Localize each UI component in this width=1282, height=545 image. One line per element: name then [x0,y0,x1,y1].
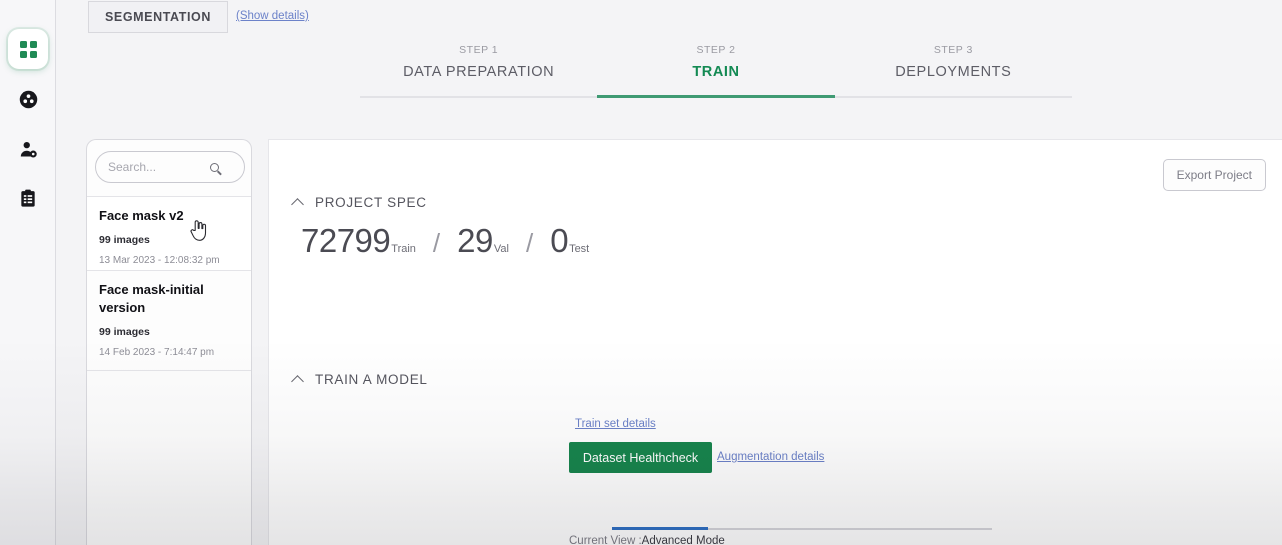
train-count: 72799 [301,222,391,259]
search-icon [210,162,219,172]
step-number: STEP 1 [459,44,499,56]
project-date: 13 Mar 2023 - 12:08:32 pm [99,255,220,266]
search-input[interactable] [96,153,210,181]
rail-item-tasks[interactable] [8,178,48,218]
train-set-details-link[interactable]: Train set details [575,418,656,430]
step-label: DATA PREPARATION [403,64,555,80]
rail-item-projects[interactable] [8,29,48,69]
main-content-card: Export Project PROJECT SPEC 72799 Train … [268,139,1282,545]
project-image-count: 99 images [99,326,150,338]
task-type-tab[interactable]: SEGMENTATION [88,1,228,33]
test-count-label: Test [569,243,590,255]
train-model-heading: TRAIN A MODEL [315,372,428,387]
framework-tabs-active-indicator [612,527,708,530]
step-label: DEPLOYMENTS [895,64,1012,80]
step-label: TRAIN [692,64,740,80]
current-view-label: Current View :Advanced Mode [569,535,725,545]
project-title: Face mask v2 [99,208,184,223]
step-number: STEP 2 [696,44,736,56]
chevron-up-icon [291,197,304,211]
mouse-cursor-hand [190,220,207,241]
project-spec-section-header[interactable]: PROJECT SPEC [291,195,427,211]
search-box[interactable] [95,151,245,183]
left-icon-rail [0,0,56,545]
step-number: STEP 3 [933,44,973,56]
dataset-healthcheck-button[interactable]: Dataset Healthcheck [569,442,712,473]
steps-active-indicator [597,95,835,98]
chevron-up-icon [291,374,304,388]
current-view-caption: Current View : [569,535,642,545]
dataset-split-counts: 72799 Train / 29 Val / 0 Test [301,222,589,260]
project-image-count: 99 images [99,234,150,246]
app-root: SEGMENTATION (Show details) STEP 1 DATA … [0,0,1282,545]
workflow-steps: STEP 1 DATA PREPARATION STEP 2 TRAIN STE… [360,44,1072,98]
step-train[interactable]: STEP 2 TRAIN [597,44,834,98]
group-icon [19,90,37,108]
train-count-label: Train [391,243,416,255]
augmentation-details-link[interactable]: Augmentation details [717,451,824,463]
current-view-value: Advanced Mode [641,535,725,545]
project-list-item[interactable]: Face mask v2 99 images 13 Mar 2023 - 12:… [87,196,251,270]
project-date: 14 Feb 2023 - 7:14:47 pm [99,347,215,358]
project-title: Face mask-initial version [99,282,204,315]
project-list-panel: Face mask v2 99 images 13 Mar 2023 - 12:… [86,139,252,545]
val-count: 29 [457,222,493,259]
project-spec-heading: PROJECT SPEC [315,195,427,210]
step-data-preparation[interactable]: STEP 1 DATA PREPARATION [360,44,597,98]
show-details-link[interactable]: (Show details) [236,10,309,22]
list-divider [87,370,251,371]
step-deployments[interactable]: STEP 3 DEPLOYMENTS [835,44,1072,98]
rail-item-teams[interactable] [8,79,48,119]
test-count: 0 [550,222,569,259]
user-settings-icon [20,141,37,158]
count-separator: / [432,228,441,258]
grid-icon [19,40,37,58]
val-count-label: Val [493,243,509,255]
clipboard-icon [21,189,35,207]
count-separator: / [525,228,534,258]
export-project-button[interactable]: Export Project [1162,159,1266,191]
train-model-section-header[interactable]: TRAIN A MODEL [291,372,428,388]
rail-item-user-settings[interactable] [8,129,48,169]
project-list-item[interactable]: Face mask-initial version 99 images 14 F… [87,270,251,370]
